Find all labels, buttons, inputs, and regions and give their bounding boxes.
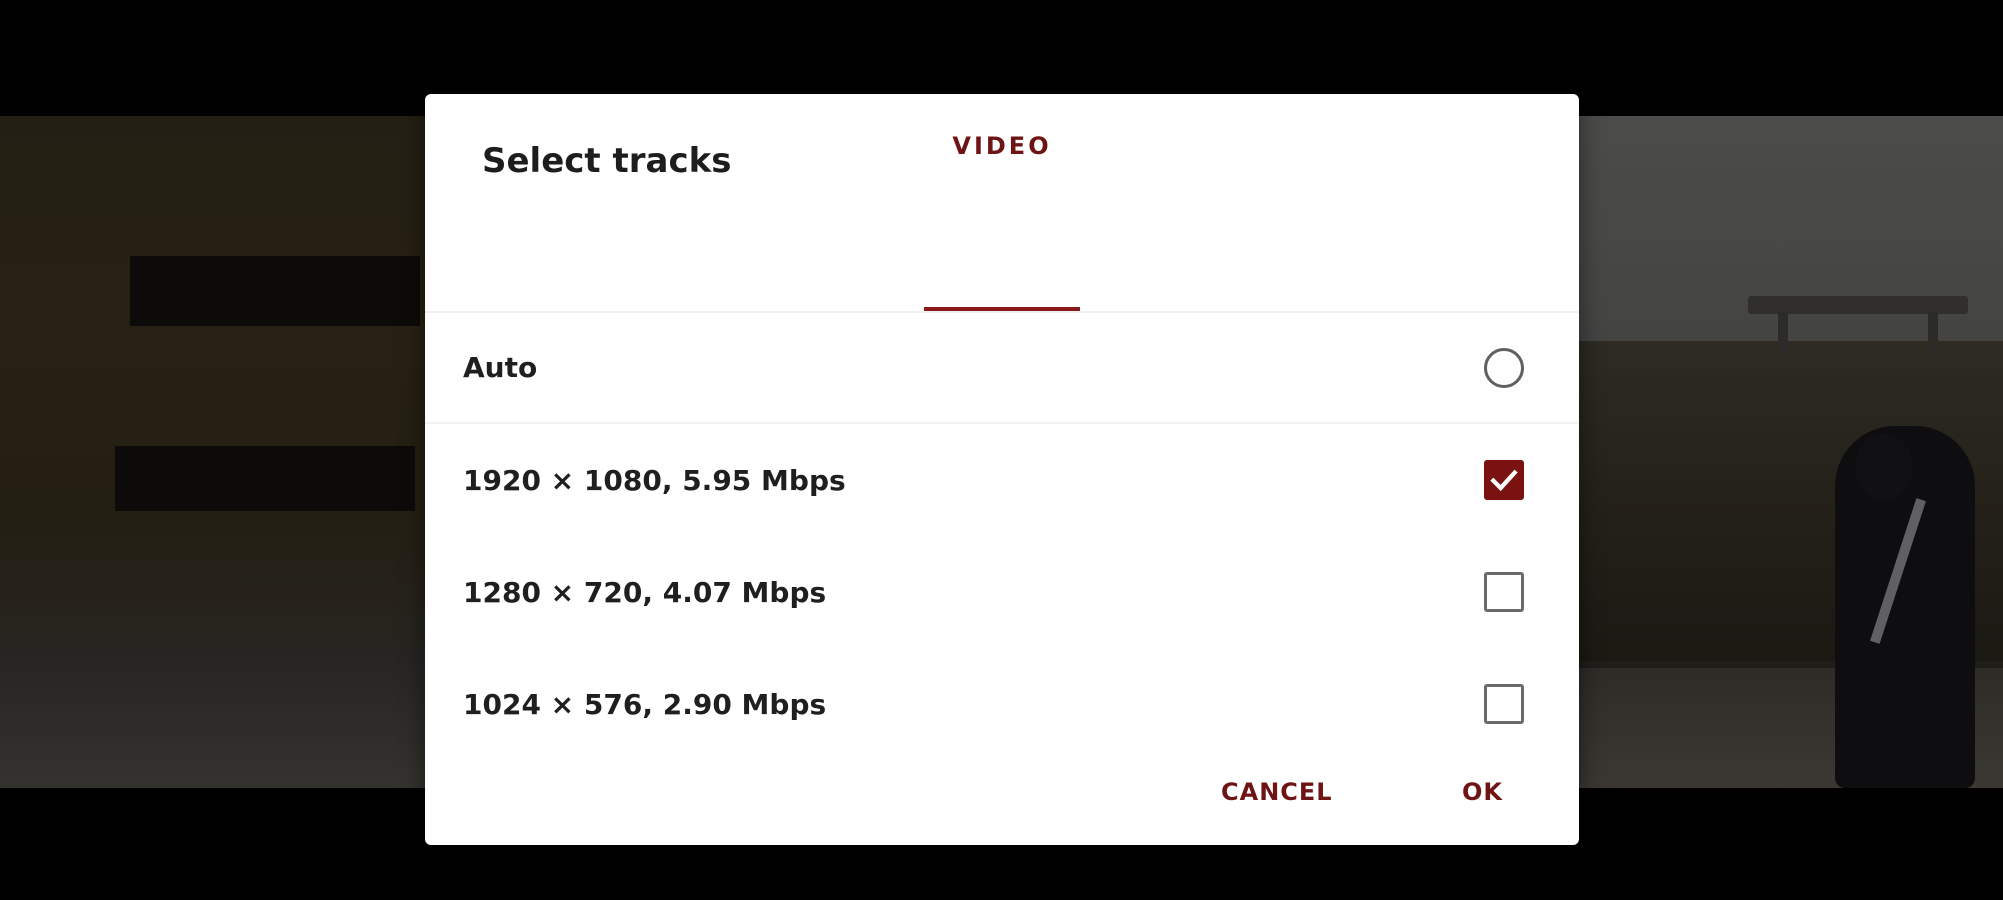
tab-video[interactable]: VIDEO [924,106,1080,186]
dialog-title: Select tracks [482,141,732,181]
checkbox-empty-icon[interactable] [1484,572,1524,612]
track-label: 1280 × 720, 4.07 Mbps [463,575,827,609]
checkmark-icon [1490,469,1518,492]
track-row-720p[interactable]: 1280 × 720, 4.07 Mbps [425,536,1579,648]
track-list: Auto 1920 × 1080, 5.95 Mbps 1280 × 720, … [425,313,1579,760]
checkbox-checked-icon[interactable] [1484,460,1524,500]
track-label: 1024 × 576, 2.90 Mbps [463,687,827,721]
select-tracks-dialog: Select tracks VIDEO Auto 1920 × 1080, 5.… [425,94,1579,845]
radio-icon[interactable] [1484,347,1524,388]
ok-button[interactable]: OK [1448,767,1517,817]
track-row-1080p[interactable]: 1920 × 1080, 5.95 Mbps [425,424,1579,536]
dialog-actions: CANCEL OK [425,749,1579,845]
checkbox-empty-icon[interactable] [1484,684,1524,724]
track-row-auto[interactable]: Auto [425,313,1579,424]
cancel-button[interactable]: CANCEL [1207,767,1347,817]
track-label: 1920 × 1080, 5.95 Mbps [463,463,846,497]
track-label: Auto [463,351,538,384]
track-row-576p[interactable]: 1024 × 576, 2.90 Mbps [425,648,1579,760]
